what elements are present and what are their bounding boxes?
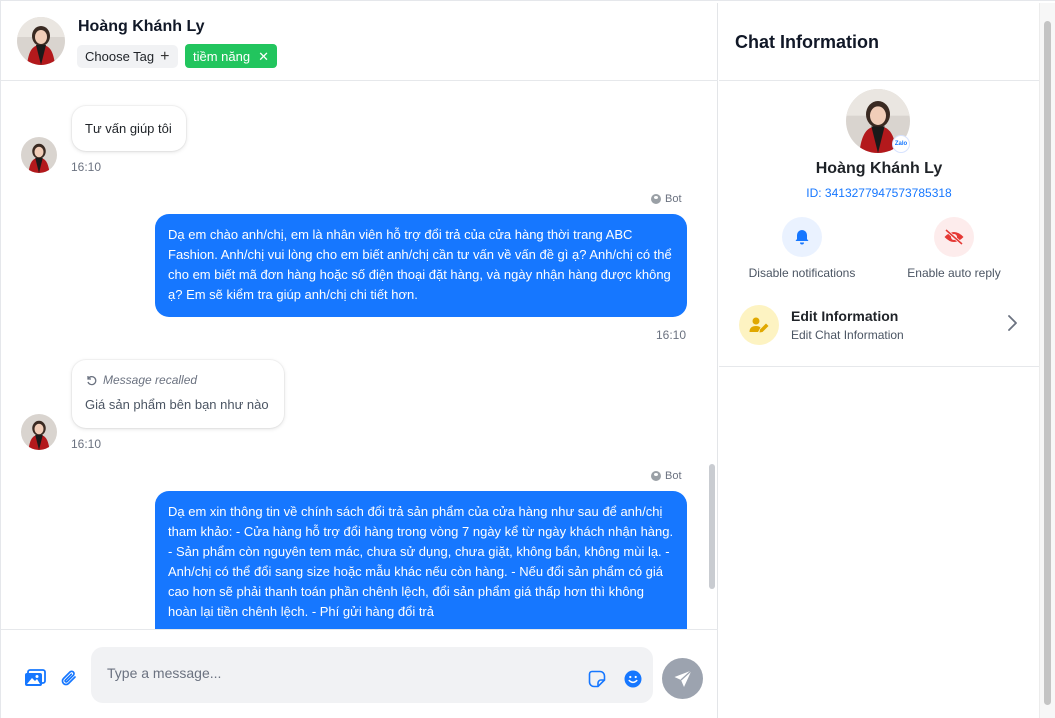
message-scrollbar[interactable] xyxy=(709,464,715,589)
enable-auto-reply-button[interactable]: Enable auto reply xyxy=(874,217,1034,280)
attach-button[interactable] xyxy=(58,667,80,689)
bell-icon xyxy=(782,217,822,257)
message-bubble[interactable]: Tư vấn giúp tôi xyxy=(72,106,186,151)
chat-panel: Hoàng Khánh Ly Choose Tag + tiềm năng ✕ … xyxy=(1,3,718,718)
message-list[interactable]: Tư vấn giúp tôi 16:10 Bot Dạ em chào anh… xyxy=(1,82,718,629)
contact-avatar[interactable] xyxy=(17,17,65,65)
profile-name: Hoàng Khánh Ly xyxy=(815,160,943,177)
smiley-icon xyxy=(624,670,642,688)
image-icon xyxy=(25,668,46,686)
chat-info-panel: Chat Information Zalo Hoàng Khánh Ly ID:… xyxy=(719,3,1039,718)
paperclip-icon xyxy=(61,670,76,686)
edit-subtitle: Edit Chat Information xyxy=(791,328,904,342)
message-input[interactable] xyxy=(91,647,653,703)
message-text: Giá sản phẩm bên bạn như nào xyxy=(85,397,269,412)
message-text: Dạ em chào anh/chị, em là nhân viên hỗ t… xyxy=(168,227,672,302)
action-label: Disable notifications xyxy=(748,266,856,280)
zalo-badge: Zalo xyxy=(892,135,910,153)
recalled-header: Message recalled xyxy=(85,373,271,387)
undo-icon xyxy=(87,375,97,386)
image-upload-button[interactable] xyxy=(23,667,47,689)
send-button[interactable] xyxy=(662,658,703,699)
message-bubble[interactable]: Dạ em chào anh/chị, em là nhân viên hỗ t… xyxy=(155,214,687,317)
send-icon xyxy=(674,669,692,687)
info-header: Chat Information xyxy=(719,3,1039,81)
recalled-label: Message recalled xyxy=(103,373,198,387)
action-label: Enable auto reply xyxy=(907,266,1001,280)
bot-icon xyxy=(651,471,661,481)
bot-label: Bot xyxy=(651,193,682,205)
message-text: Dạ em xin thông tin về chính sách đổi tr… xyxy=(168,504,674,619)
tag-label: tiềm năng xyxy=(193,48,251,64)
bot-icon xyxy=(651,194,661,204)
sender-avatar xyxy=(21,414,57,450)
plus-icon: + xyxy=(160,47,170,65)
chevron-right-icon xyxy=(1008,315,1017,331)
message-time: 16:10 xyxy=(71,160,102,174)
chat-header: Hoàng Khánh Ly Choose Tag + tiềm năng ✕ xyxy=(1,3,718,81)
sender-avatar xyxy=(21,137,57,173)
profile-id: ID: 3413277947573785318 xyxy=(806,186,952,200)
window-scrollbar[interactable] xyxy=(1039,3,1055,718)
tag-chip[interactable]: tiềm năng ✕ xyxy=(185,44,277,68)
close-icon[interactable]: ✕ xyxy=(258,50,269,63)
emoji-button[interactable] xyxy=(622,668,644,690)
divider xyxy=(719,366,1039,367)
sticker-icon xyxy=(588,670,606,688)
info-title: Chat Information xyxy=(735,32,879,52)
choose-tag-label: Choose Tag xyxy=(85,49,155,64)
message-bubble[interactable]: Dạ em xin thông tin về chính sách đổi tr… xyxy=(155,491,687,629)
message-text: Tư vấn giúp tôi xyxy=(85,121,172,136)
contact-name: Hoàng Khánh Ly xyxy=(78,18,205,35)
disable-notifications-button[interactable]: Disable notifications xyxy=(722,217,882,280)
composer xyxy=(1,629,718,718)
bot-label: Bot xyxy=(651,470,682,482)
eye-off-icon xyxy=(934,217,974,257)
bot-sender: Bot xyxy=(665,470,682,482)
bot-sender: Bot xyxy=(665,193,682,205)
message-time: 16:10 xyxy=(656,328,687,342)
edit-title: Edit Information xyxy=(791,308,899,324)
choose-tag-button[interactable]: Choose Tag + xyxy=(77,45,178,68)
scrollbar-thumb[interactable] xyxy=(1044,21,1051,705)
sticker-button[interactable] xyxy=(586,668,608,690)
edit-user-icon xyxy=(739,305,779,345)
edit-information-row[interactable]: Edit Information Edit Chat Information xyxy=(719,297,1039,363)
recalled-message-bubble[interactable]: Message recalled Giá sản phẩm bên bạn nh… xyxy=(72,360,284,428)
message-time: 16:10 xyxy=(71,437,102,451)
